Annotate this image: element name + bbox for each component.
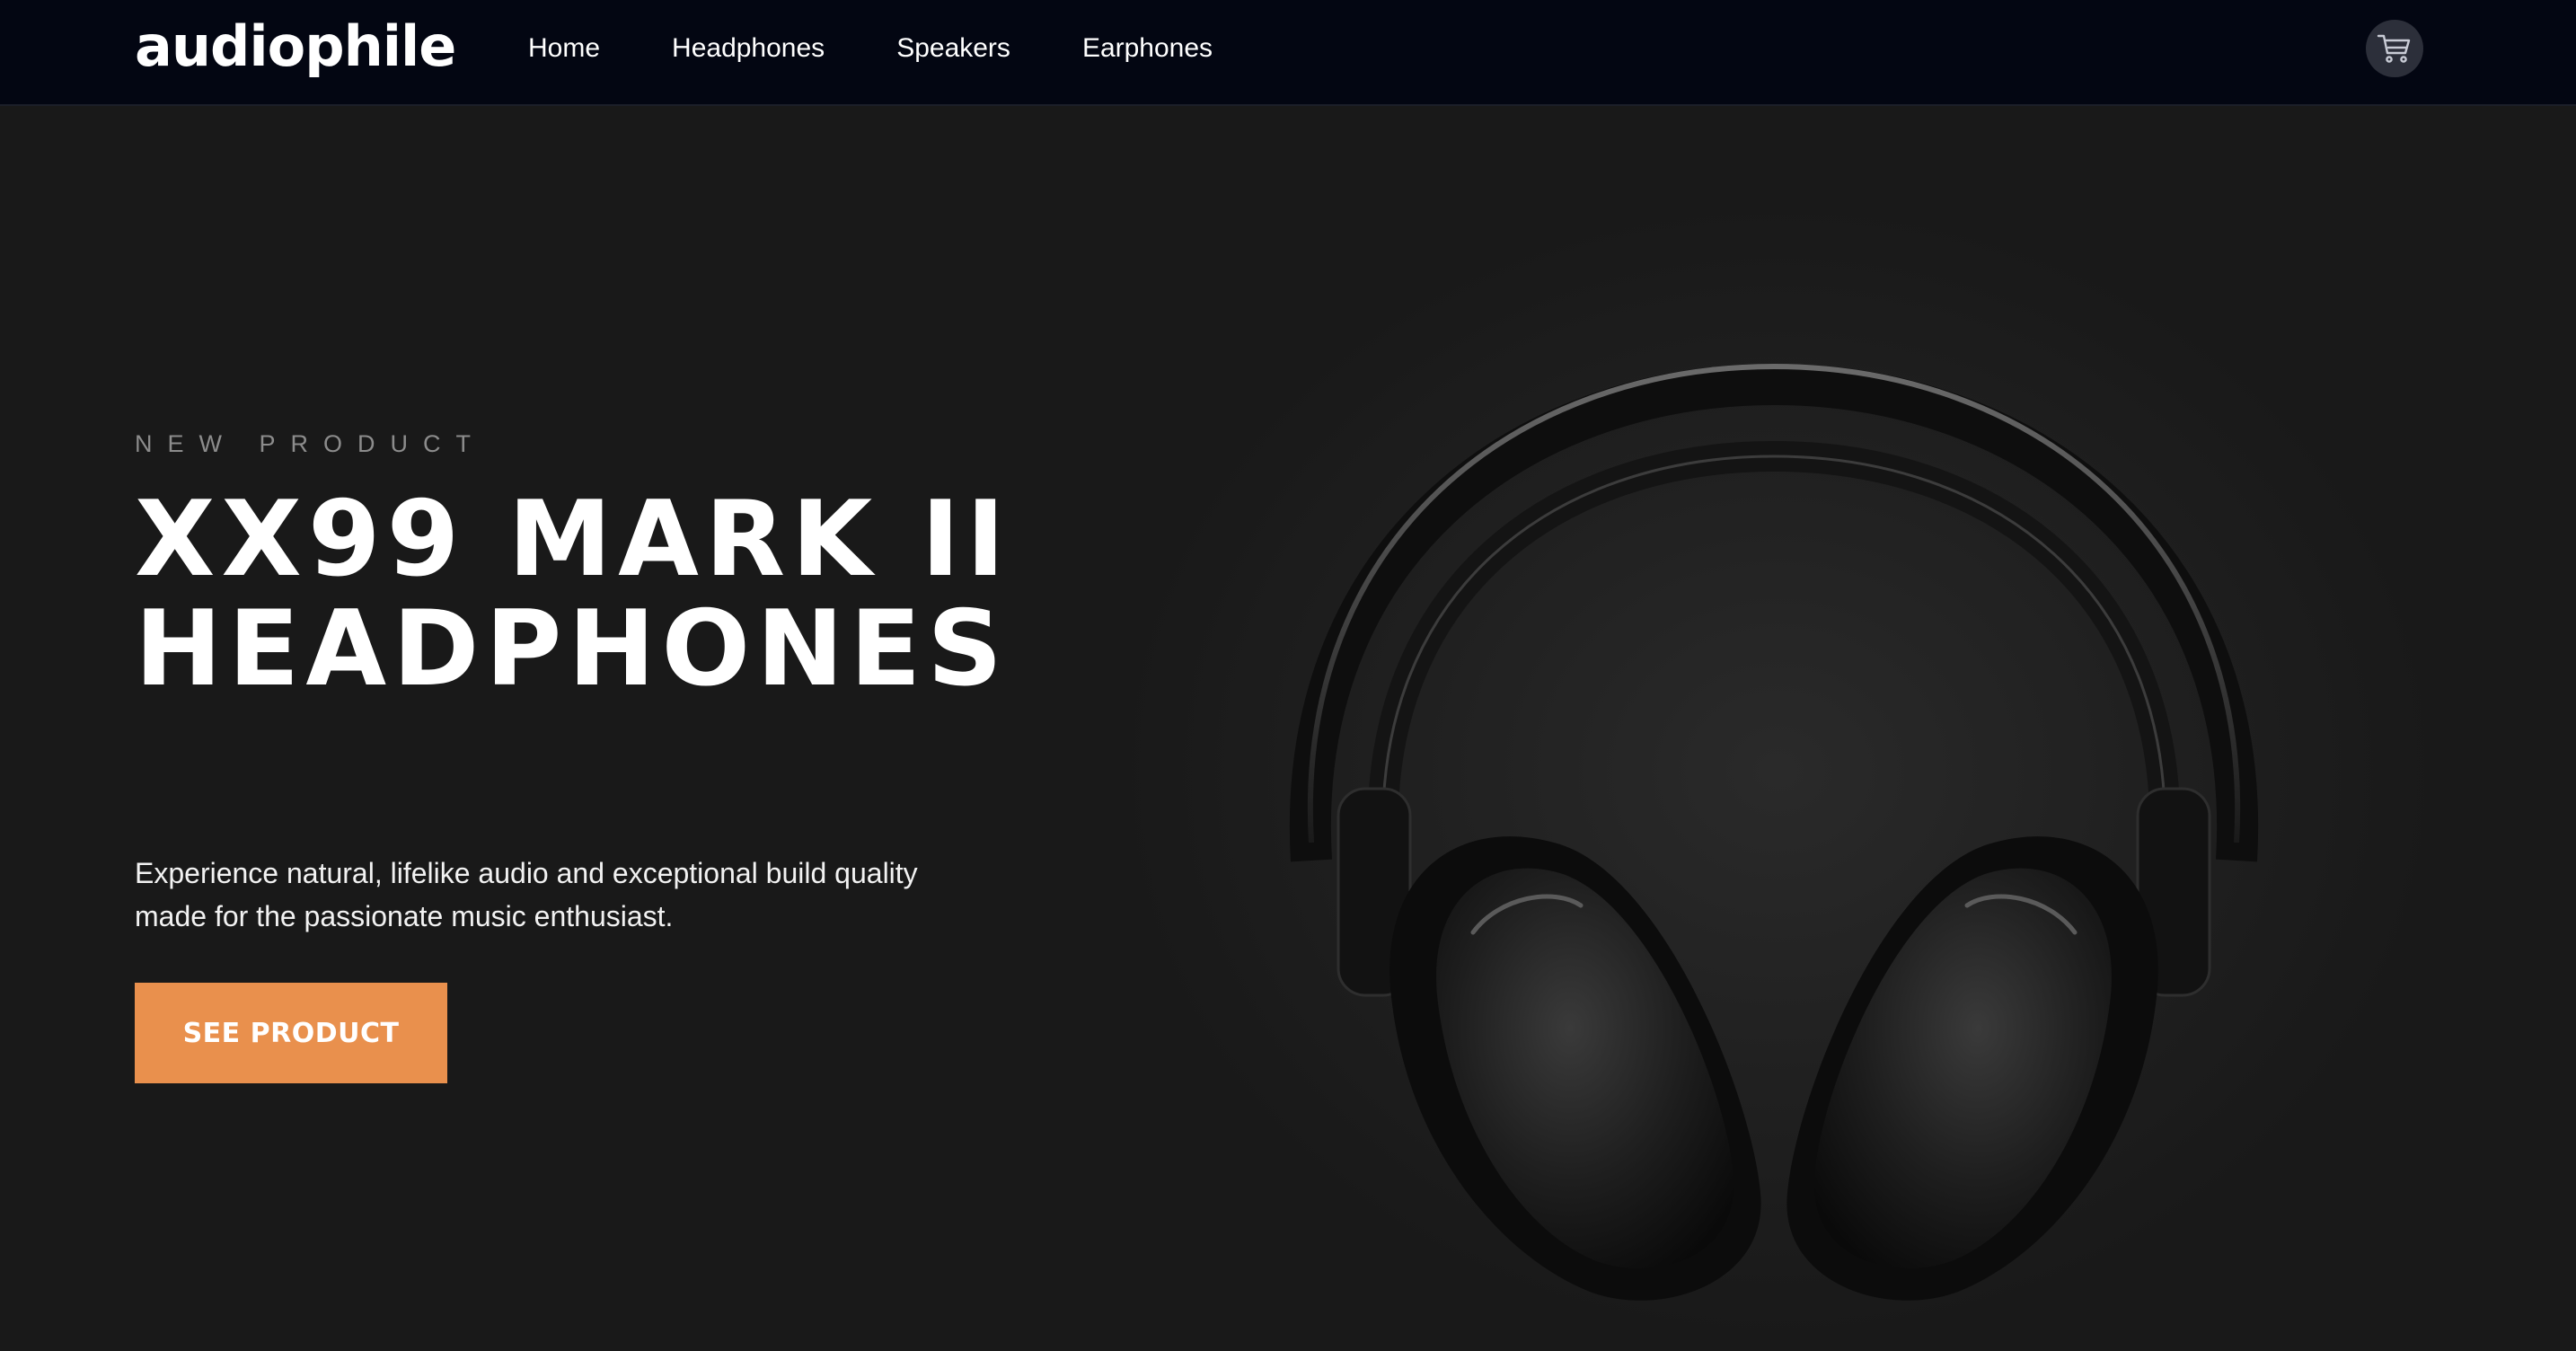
hero-description: Experience natural, lifelike audio and e… [135,857,918,932]
new-product-overline: NEW PRODUCT [135,430,486,457]
nav-link-headphones[interactable]: Headphones [672,31,825,66]
nav-link-home[interactable]: Home [528,31,600,66]
cart-button[interactable] [2366,20,2423,77]
brand-logo[interactable]: audiophile [135,13,456,81]
nav-link-speakers[interactable]: Speakers [896,31,1010,66]
nav-link-earphones[interactable]: Earphones [1082,31,1213,66]
hero-title-line-1: XX99 MARK II [135,479,1011,600]
nav-links: Home Headphones Speakers Earphones [528,31,1213,66]
page: audiophile Home Headphones Speakers Earp… [0,0,2576,1351]
hero-section: NEW PRODUCT XX99 MARK II HEADPHONES Expe… [0,106,2576,1351]
hero-title: XX99 MARK II HEADPHONES [135,485,1011,704]
headphones-image [1289,363,2259,1301]
hero-title-line-2: HEADPHONES [135,588,1009,710]
shopping-cart-icon [2377,34,2411,63]
see-product-button[interactable]: SEE PRODUCT [135,983,447,1083]
top-navbar: audiophile Home Headphones Speakers Earp… [0,0,2576,106]
